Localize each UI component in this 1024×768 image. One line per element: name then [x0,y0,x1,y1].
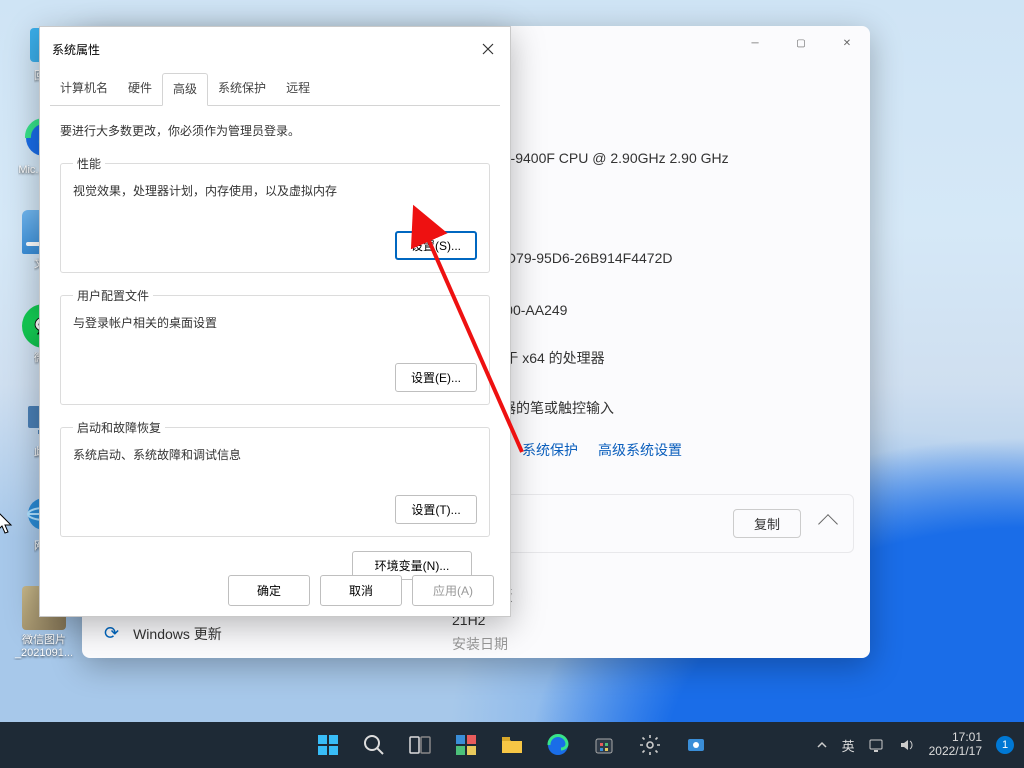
tab-hardware[interactable]: 硬件 [118,73,162,105]
time-label: 17:01 [952,731,982,745]
tab-computer-name[interactable]: 计算机名 [50,73,118,105]
close-button[interactable] [476,37,500,61]
start-button[interactable] [308,725,348,765]
network-tray-icon[interactable] [869,737,885,753]
performance-settings-button[interactable]: 设置(S)... [395,231,477,260]
ime-indicator[interactable]: 英 [842,736,855,755]
desktop-icon-label: 微信图片_2021091... [7,634,81,660]
ok-button[interactable]: 确定 [228,575,310,606]
startup-legend: 启动和故障恢复 [73,419,165,436]
startup-desc: 系统启动、系统故障和调试信息 [73,446,477,463]
date-label: 2022/1/17 [929,745,982,759]
profile-desc: 与登录帐户相关的桌面设置 [73,314,477,331]
performance-group: 性能 视觉效果，处理器计划，内存使用，以及虚拟内存 设置(S)... [60,155,490,273]
tray-chevron-icon[interactable] [816,739,828,751]
profile-group: 用户配置文件 与登录帐户相关的桌面设置 设置(E)... [60,287,490,405]
tab-advanced[interactable]: 高级 [162,73,208,106]
cancel-button[interactable]: 取消 [320,575,402,606]
titlebar[interactable]: 系统属性 [40,27,510,69]
admin-note: 要进行大多数更改，你必须作为管理员登录。 [60,122,490,139]
app-taskbar-button[interactable] [676,725,716,765]
minimize-button[interactable]: ─ [732,26,778,60]
chevron-up-icon [818,514,838,534]
install-date-label: 安装日期 [452,636,508,652]
tab-remote[interactable]: 远程 [276,73,320,105]
tab-system-protection[interactable]: 系统保护 [208,73,276,105]
startup-group: 启动和故障恢复 系统启动、系统故障和调试信息 设置(T)... [60,419,490,537]
store-button[interactable] [584,725,624,765]
sidebar-item-label: Windows 更新 [133,624,222,644]
taskbar[interactable]: 英 17:01 2022/1/17 1 [0,722,1024,768]
link-advanced-system[interactable]: 高级系统设置 [598,440,682,460]
system-properties-dialog[interactable]: 系统属性 计算机名 硬件 高级 系统保护 远程 要进行大多数更改，你必须作为管理… [39,26,511,617]
startup-settings-button[interactable]: 设置(T)... [395,495,477,524]
apply-button[interactable]: 应用(A) [412,575,494,606]
close-button[interactable]: ✕ [824,26,870,60]
profile-settings-button[interactable]: 设置(E)... [395,363,477,392]
performance-legend: 性能 [73,155,105,172]
volume-tray-icon[interactable] [899,737,915,753]
search-button[interactable] [354,725,394,765]
dialog-title: 系统属性 [52,41,100,58]
maximize-button[interactable]: ▢ [778,26,824,60]
tabs: 计算机名 硬件 高级 系统保护 远程 [50,73,500,106]
file-explorer-button[interactable] [492,725,532,765]
edge-taskbar-button[interactable] [538,725,578,765]
update-icon [104,623,119,644]
profile-legend: 用户配置文件 [73,287,153,304]
sidebar-item-windows-update[interactable]: Windows 更新 [92,615,234,652]
widgets-button[interactable] [446,725,486,765]
taskbar-clock[interactable]: 17:01 2022/1/17 [929,731,982,759]
copy-button[interactable]: 复制 [733,509,801,538]
notification-badge[interactable]: 1 [996,736,1014,754]
task-view-button[interactable] [400,725,440,765]
link-system-protect[interactable]: 系统保护 [522,440,578,460]
settings-taskbar-button[interactable] [630,725,670,765]
performance-desc: 视觉效果，处理器计划，内存使用，以及虚拟内存 [73,182,477,199]
